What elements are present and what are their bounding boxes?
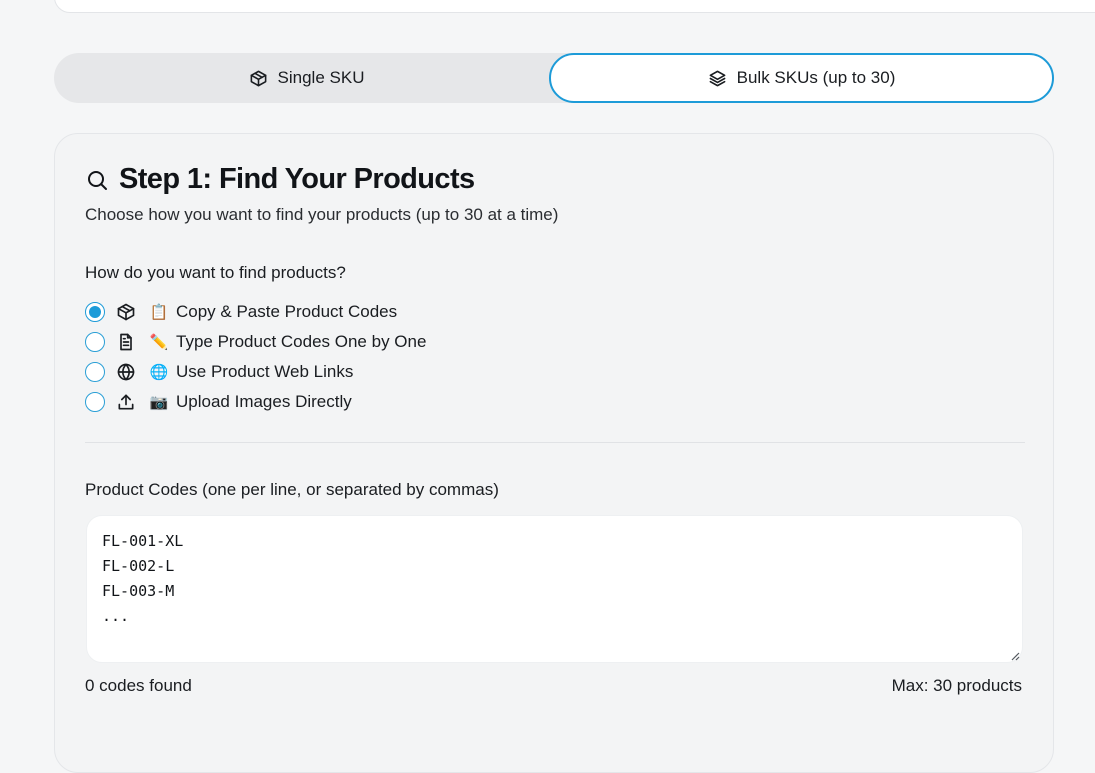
bulk-sku-tab[interactable]: Bulk SKUs (up to 30) <box>549 53 1054 103</box>
mode-toggle: Single SKU Bulk SKUs (up to 30) <box>54 53 1054 103</box>
radio-type-codes[interactable] <box>85 332 105 352</box>
pencil-emoji-icon: ✏️ <box>149 334 169 351</box>
bulk-sku-label: Bulk SKUs (up to 30) <box>736 68 896 87</box>
box-icon <box>250 70 266 86</box>
globe-icon <box>116 362 136 382</box>
step-title: Step 1: Find Your Products <box>119 163 475 195</box>
upload-icon <box>116 392 136 412</box>
single-sku-tab[interactable]: Single SKU <box>54 53 559 103</box>
step-subtitle: Choose how you want to find your product… <box>85 205 559 224</box>
product-codes-input[interactable] <box>86 515 1023 663</box>
codes-found-count: 0 codes found <box>85 676 192 695</box>
option-web-links[interactable]: 🌐 Use Product Web Links <box>85 357 426 387</box>
resize-grip-icon[interactable] <box>1008 649 1020 661</box>
option-label: Type Product Codes One by One <box>176 332 427 351</box>
layers-icon <box>709 70 726 86</box>
search-icon <box>88 170 107 190</box>
method-options: 📋 Copy & Paste Product Codes ✏️ Type Pro… <box>85 297 426 417</box>
clipboard-emoji-icon: 📋 <box>149 304 169 321</box>
top-card <box>54 0 1095 13</box>
option-copy-paste[interactable]: 📋 Copy & Paste Product Codes <box>85 297 426 327</box>
option-type-codes[interactable]: ✏️ Type Product Codes One by One <box>85 327 426 357</box>
option-label: Upload Images Directly <box>176 392 352 411</box>
box-icon <box>116 302 136 322</box>
step-header: Step 1: Find Your Products <box>85 163 475 196</box>
method-question: How do you want to find products? <box>85 263 346 282</box>
radio-copy-paste[interactable] <box>85 302 105 322</box>
single-sku-label: Single SKU <box>277 68 365 87</box>
max-products-note: Max: 30 products <box>891 676 1022 695</box>
divider <box>85 442 1025 443</box>
radio-web-links[interactable] <box>85 362 105 382</box>
product-codes-label: Product Codes (one per line, or separate… <box>85 480 499 499</box>
radio-upload-images[interactable] <box>85 392 105 412</box>
find-products-panel: Step 1: Find Your Products Choose how yo… <box>54 133 1054 773</box>
camera-emoji-icon: 📷 <box>149 394 169 411</box>
globe-emoji-icon: 🌐 <box>149 364 169 381</box>
option-upload-images[interactable]: 📷 Upload Images Directly <box>85 387 426 417</box>
option-label: Copy & Paste Product Codes <box>176 302 398 321</box>
option-label: Use Product Web Links <box>176 362 354 381</box>
file-text-icon <box>116 332 136 352</box>
